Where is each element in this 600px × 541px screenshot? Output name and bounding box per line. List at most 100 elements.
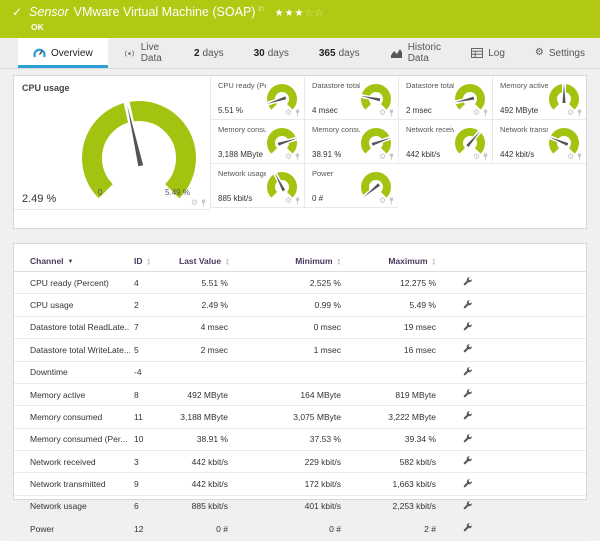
channel-settings-wrench-icon[interactable] <box>462 299 473 310</box>
gauge-tile-cpu-usage[interactable]: CPU usage 0 5.49 % 2.49 % ⚙ <box>14 76 210 210</box>
channel-row: Datastore total WriteLate...52 msec1 mse… <box>14 339 586 361</box>
pin-icon[interactable] <box>483 109 488 117</box>
channel-settings-wrench-icon[interactable] <box>462 410 473 421</box>
channel-name: Datastore total ReadLate... <box>14 316 130 338</box>
gauge-tile[interactable]: Network usage885 kbit/s⚙ <box>210 164 304 208</box>
channel-settings-wrench-icon[interactable] <box>462 366 473 377</box>
channel-minimum: 1 msec <box>232 339 345 361</box>
column-header-id[interactable]: ID▲▼ <box>130 250 175 272</box>
tab-historic-data[interactable]: Historic Data <box>375 38 457 68</box>
gauge-action-icons[interactable]: ⚙ <box>567 153 582 161</box>
gear-icon[interactable]: ⚙ <box>473 153 480 161</box>
gauge-max-label: 5.49 % <box>144 188 190 197</box>
gauge-action-icons[interactable]: ⚙ <box>379 109 394 117</box>
channel-last-value: 4 msec <box>175 316 232 338</box>
pin-icon[interactable] <box>577 109 582 117</box>
gauge-title: Network usage <box>218 169 266 178</box>
channel-id: 8 <box>130 383 175 405</box>
gear-icon[interactable]: ⚙ <box>379 197 386 205</box>
gauge-current-value: 38.91 % <box>312 150 341 159</box>
gauge-tile[interactable]: Memory active492 MByte⚙ <box>492 76 586 120</box>
channel-id: 12 <box>130 518 175 540</box>
column-header-spacer <box>495 250 586 272</box>
pin-icon[interactable] <box>295 197 300 205</box>
tab-overview[interactable]: Overview <box>18 38 108 68</box>
gauge-action-icons[interactable]: ⚙ <box>285 109 300 117</box>
channel-settings-wrench-icon[interactable] <box>462 433 473 444</box>
gauge-action-icons[interactable]: ⚙ <box>567 109 582 117</box>
sort-icon: ▲▼ <box>337 258 341 266</box>
empty-tile <box>398 164 492 208</box>
channel-settings-wrench-icon[interactable] <box>462 455 473 466</box>
row-spacer <box>495 339 586 361</box>
channel-id: 4 <box>130 272 175 294</box>
gear-icon[interactable]: ⚙ <box>473 109 480 117</box>
gear-icon[interactable]: ⚙ <box>379 109 386 117</box>
gear-icon[interactable]: ⚙ <box>285 109 292 117</box>
channel-settings-wrench-icon[interactable] <box>462 343 473 354</box>
gauge-action-icons[interactable]: ⚙ <box>285 153 300 161</box>
row-spacer <box>495 473 586 495</box>
gauge-tile[interactable]: Network transmitted442 kbit/s⚙ <box>492 120 586 164</box>
gauge-title: CPU ready (Percent) <box>218 81 266 90</box>
channel-settings-wrench-icon[interactable] <box>462 522 473 533</box>
priority-stars[interactable]: ★★★☆☆ <box>275 6 325 21</box>
gauge-action-icons[interactable]: ⚙ <box>473 153 488 161</box>
gauge-action-icons[interactable]: ⚙ <box>379 197 394 205</box>
channel-settings-wrench-icon[interactable] <box>462 276 473 287</box>
pin-icon[interactable] <box>577 153 582 161</box>
column-header-last-value[interactable]: Last Value▲▼ <box>175 250 232 272</box>
flag-icon[interactable]: ⚐ <box>257 2 264 17</box>
gear-icon[interactable]: ⚙ <box>379 153 386 161</box>
gear-icon[interactable]: ⚙ <box>567 153 574 161</box>
channel-settings-wrench-icon[interactable] <box>462 478 473 489</box>
channel-maximum: 3,222 MByte <box>345 406 440 428</box>
tab-settings[interactable]: ⚙Settings <box>520 38 600 68</box>
column-header-minimum[interactable]: Minimum▲▼ <box>232 250 345 272</box>
column-header-maximum[interactable]: Maximum▲▼ <box>345 250 440 272</box>
channel-row: CPU ready (Percent)45.51 %2.525 %12.275 … <box>14 272 586 294</box>
pin-icon[interactable] <box>389 109 394 117</box>
small-gauges-grid: CPU ready (Percent)5.51 %⚙Datastore tota… <box>210 76 586 228</box>
channel-settings-wrench-icon[interactable] <box>462 321 473 332</box>
tab-live-data[interactable]: Live Data <box>108 38 179 68</box>
gauge-tile[interactable]: Datastore total WriteLa...2 msec⚙ <box>398 76 492 120</box>
gear-icon[interactable]: ⚙ <box>285 197 292 205</box>
tab-30-days[interactable]: 30days <box>239 38 304 68</box>
row-spacer <box>495 518 586 540</box>
tab-log[interactable]: Log <box>456 38 520 68</box>
gauge-tile[interactable]: Memory consumed3,188 MByte⚙ <box>210 120 304 164</box>
gauge-title: Datastore total ReadLa... <box>312 81 360 90</box>
gauge-tile[interactable]: Datastore total ReadLa...4 msec⚙ <box>304 76 398 120</box>
gauge-tile[interactable]: Memory consumed (P...38.91 %⚙ <box>304 120 398 164</box>
channel-maximum: 19 msec <box>345 316 440 338</box>
channel-table-panel: Channel▼ID▲▼Last Value▲▼Minimum▲▼Maximum… <box>13 243 587 500</box>
gauge-tile[interactable]: Network received442 kbit/s⚙ <box>398 120 492 164</box>
channel-maximum: 12.275 % <box>345 272 440 294</box>
channel-id: -4 <box>130 361 175 383</box>
pin-icon[interactable] <box>201 199 206 207</box>
gauge-action-icons[interactable]: ⚙ <box>379 153 394 161</box>
gear-icon[interactable]: ⚙ <box>567 109 574 117</box>
gauge-tile[interactable]: CPU ready (Percent)5.51 %⚙ <box>210 76 304 120</box>
gauge-tile[interactable]: Power0 #⚙ <box>304 164 398 208</box>
pin-icon[interactable] <box>483 153 488 161</box>
channel-settings-wrench-icon[interactable] <box>462 388 473 399</box>
column-header-channel[interactable]: Channel▼ <box>14 250 130 272</box>
channel-row: Memory consumed (Per...1038.91 %37.53 %3… <box>14 428 586 450</box>
pin-icon[interactable] <box>389 197 394 205</box>
gauge-action-icons[interactable]: ⚙ <box>191 199 206 207</box>
channel-maximum: 39.34 % <box>345 428 440 450</box>
gauge-action-icons[interactable]: ⚙ <box>473 109 488 117</box>
tab-365-days[interactable]: 365days <box>304 38 375 68</box>
channel-name: Downtime <box>14 361 130 383</box>
tab-2-days[interactable]: 2days <box>179 38 239 68</box>
pin-icon[interactable] <box>295 109 300 117</box>
channel-minimum: 0.99 % <box>232 294 345 316</box>
gear-icon[interactable]: ⚙ <box>285 153 292 161</box>
gear-icon[interactable]: ⚙ <box>191 199 198 207</box>
row-spacer <box>495 316 586 338</box>
pin-icon[interactable] <box>295 153 300 161</box>
gauge-action-icons[interactable]: ⚙ <box>285 197 300 205</box>
pin-icon[interactable] <box>389 153 394 161</box>
